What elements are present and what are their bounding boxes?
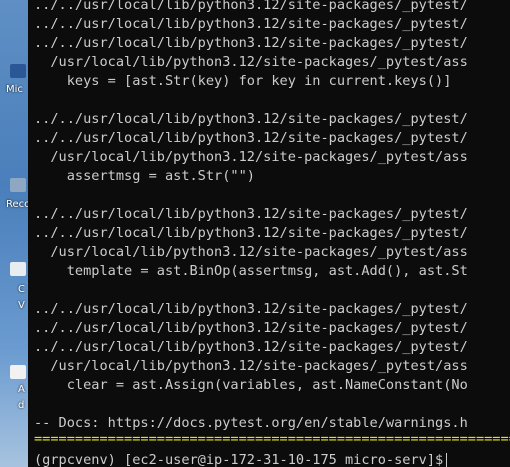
desktop-icon-label[interactable]: d <box>18 400 24 411</box>
shell-prompt[interactable]: (grpcvenv) [ec2-user@ip-172-31-10-175 mi… <box>34 451 448 467</box>
terminal-line: assertmsg = ast.Str("") <box>34 168 255 184</box>
terminal-line: template = ast.BinOp(assertmsg, ast.Add(… <box>34 263 468 279</box>
terminal-line: ../../usr/local/lib/python3.12/site-pack… <box>34 320 468 336</box>
terminal-line: ../../usr/local/lib/python3.12/site-pack… <box>34 0 468 13</box>
terminal-line: ../../usr/local/lib/python3.12/site-pack… <box>34 301 468 317</box>
terminal-line: ../../usr/local/lib/python3.12/site-pack… <box>34 16 468 32</box>
terminal-line: /usr/local/lib/python3.12/site-packages/… <box>34 54 468 70</box>
terminal-window[interactable]: ../../usr/local/lib/python3.12/site-pack… <box>28 0 510 467</box>
desktop-icon-label[interactable]: Reco <box>6 199 28 210</box>
terminal-line: ../../usr/local/lib/python3.12/site-pack… <box>34 111 468 127</box>
terminal-line: clear = ast.Assign(variables, ast.NameCo… <box>34 377 468 393</box>
terminal-line: ../../usr/local/lib/python3.12/site-pack… <box>34 206 468 222</box>
desktop-background: Mic Reco C V A d <box>0 0 28 467</box>
terminal-line: /usr/local/lib/python3.12/site-packages/… <box>34 358 468 374</box>
terminal-line: /usr/local/lib/python3.12/site-packages/… <box>34 149 468 165</box>
separator-line: ========================================… <box>34 431 510 447</box>
terminal-line: ../../usr/local/lib/python3.12/site-pack… <box>34 130 468 146</box>
desktop-icon-label[interactable]: C <box>18 284 25 295</box>
desktop-file-icon[interactable] <box>10 365 26 379</box>
terminal-line: ../../usr/local/lib/python3.12/site-pack… <box>34 35 468 51</box>
terminal-line: ../../usr/local/lib/python3.12/site-pack… <box>34 339 468 355</box>
desktop-icon-label[interactable]: A <box>18 384 25 395</box>
text-cursor <box>446 453 448 467</box>
terminal-line: /usr/local/lib/python3.12/site-packages/… <box>34 244 468 260</box>
terminal-line: keys = [ast.Str(key) for key in current.… <box>34 73 452 89</box>
desktop-icon-label[interactable]: Mic <box>6 84 23 95</box>
desktop-app-icon[interactable] <box>10 64 26 78</box>
terminal-line: ../../usr/local/lib/python3.12/site-pack… <box>34 225 468 241</box>
recycle-bin-icon[interactable] <box>10 178 26 192</box>
desktop-icon-label[interactable]: V <box>18 300 25 311</box>
desktop-file-icon[interactable] <box>10 262 26 276</box>
prompt-text: (grpcvenv) [ec2-user@ip-172-31-10-175 mi… <box>34 452 444 467</box>
